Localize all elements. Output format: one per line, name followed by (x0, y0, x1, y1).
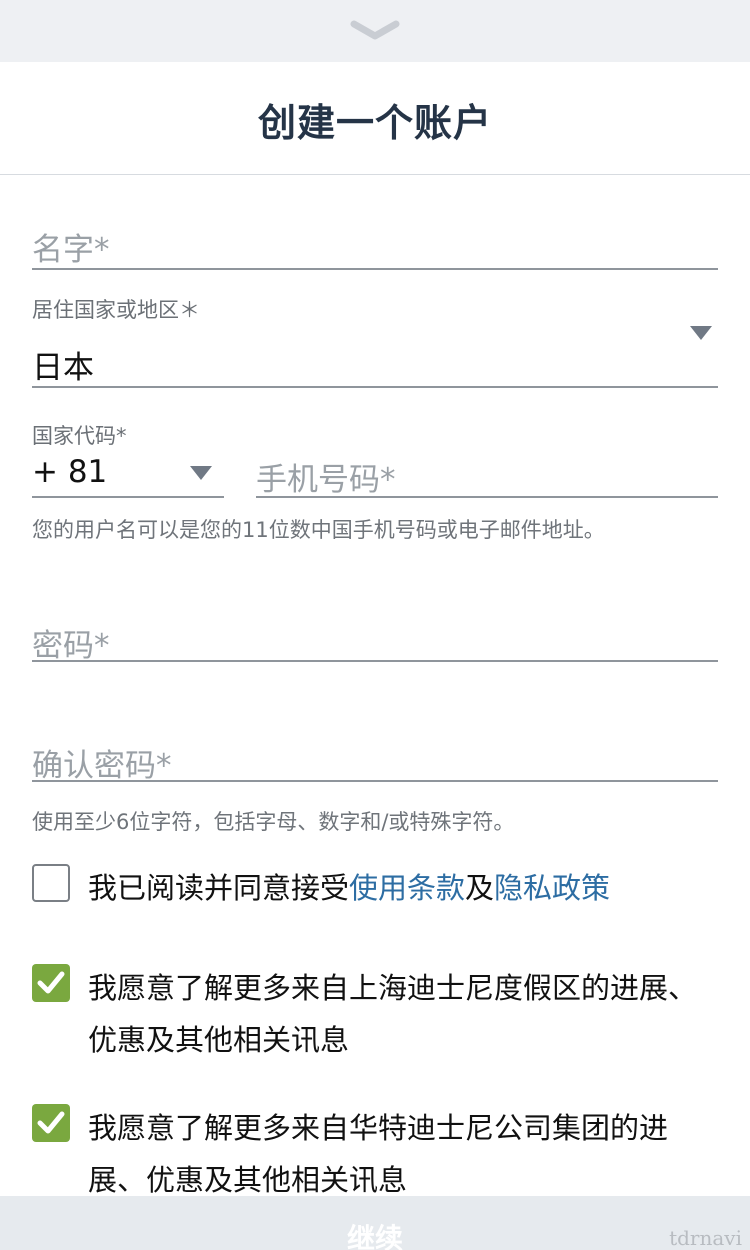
confirm-password-input[interactable]: 确认密码* (32, 738, 718, 784)
country-code-value: + 81 (32, 454, 108, 490)
page-title: 创建一个账户 (257, 101, 492, 145)
password-input[interactable]: 密码* (32, 620, 718, 664)
country-code-label: 国家代码* (32, 424, 127, 448)
caret-down-icon (690, 326, 712, 340)
phone-input[interactable]: 手机号码* (256, 454, 718, 498)
country-select[interactable]: 日本 (32, 326, 718, 388)
terms-prefix: 我已阅读并同意接受 (88, 871, 350, 905)
continue-button[interactable]: 继续 (0, 1196, 750, 1250)
watermark: tdrnavi (669, 1226, 742, 1250)
country-code-select[interactable]: + 81 (32, 454, 224, 498)
check-icon (37, 971, 65, 994)
terms-consent-text: 我已阅读并同意接受使用条款及隐私政策 (88, 862, 718, 914)
shanghai-marketing-checkbox[interactable] (32, 964, 70, 1002)
terms-connector: 及 (465, 871, 495, 905)
password-helper-text: 使用至少6位字符，包括字母、数字和/或特殊字符。 (32, 810, 515, 834)
password-placeholder: 密码* (32, 628, 110, 664)
name-field[interactable]: 名字* (32, 224, 718, 270)
chevron-down-icon[interactable] (350, 18, 400, 44)
username-helper-text: 您的用户名可以是您的11位数中国手机号码或电子邮件地址。 (32, 518, 605, 542)
terms-checkbox[interactable] (32, 864, 70, 902)
country-value: 日本 (32, 350, 94, 386)
disney-marketing-checkbox[interactable] (32, 1104, 70, 1142)
phone-placeholder: 手机号码* (256, 462, 396, 498)
disney-marketing-text: 我愿意了解更多来自华特迪士尼公司集团的进展、优惠及其他相关讯息 (88, 1111, 669, 1197)
country-label: 居住国家或地区＊ (32, 298, 200, 322)
name-placeholder: 名字* (32, 232, 110, 268)
shanghai-marketing-text: 我愿意了解更多来自上海迪士尼度假区的进展、优惠及其他相关讯息 (88, 971, 698, 1057)
privacy-policy-link[interactable]: 隐私政策 (494, 871, 610, 905)
confirm-password-placeholder: 确认密码* (32, 748, 172, 784)
caret-down-icon (190, 466, 212, 480)
check-icon (37, 1111, 65, 1134)
terms-of-use-link[interactable]: 使用条款 (349, 871, 465, 905)
